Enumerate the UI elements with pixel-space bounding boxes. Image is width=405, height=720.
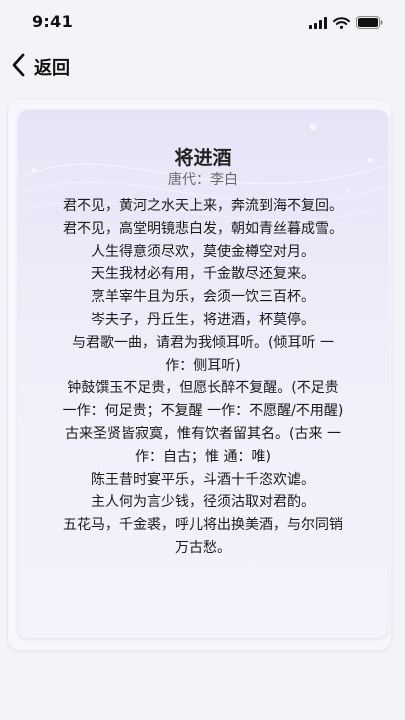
status-bar: 9:41 — [0, 0, 405, 44]
wifi-icon — [333, 14, 350, 33]
poem-line: 君不见，黄河之水天上来，奔流到海不复回。 — [63, 198, 343, 214]
poem-line: 五花马，千金裘，呼儿将出换美酒，与尔同销 — [63, 517, 343, 534]
poem-line: 天生我材必有用，千金散尽还复来。 — [91, 266, 315, 283]
poem-author: 唐代：李白 — [168, 172, 238, 188]
poem-line: 烹羊宰牛且为乐，会须一饮三百杯。 — [91, 289, 315, 306]
poem-line: 与君歌一曲，请君为我倾耳听。(倾耳听 一 — [72, 334, 334, 351]
poem-line: 作：自古；惟 通：唯) — [135, 448, 271, 465]
poem-card: 将进酒 唐代：李白 君不见，黄河之水天上来，奔流到海不复回。 君不见，高堂明镜悲… — [18, 110, 388, 638]
signal-icon — [309, 14, 327, 33]
poem-line: 古来圣贤皆寂寞，惟有饮者留其名。(古来 一 — [65, 425, 341, 442]
poem-line: 钟鼓馔玉不足贵，但愿长醉不复醒。(不足贵 — [67, 380, 339, 397]
battery-icon — [356, 14, 383, 33]
status-time: 9:41 — [32, 12, 73, 31]
navigation-bar: 返回 — [0, 48, 405, 84]
status-icons — [309, 14, 383, 33]
poem-title: 将进酒 — [174, 147, 232, 169]
chevron-left-icon — [10, 52, 28, 82]
poem-body: 君不见，黄河之水天上来，奔流到海不复回。 君不见，高堂明镜悲白发，朝如青丝暮成雪… — [28, 195, 378, 560]
poem-line: 万古愁。 — [175, 539, 231, 556]
poem-line: 一作：何足贵；不复醒 一作：不愿醒/不用醒) — [62, 403, 344, 420]
back-button[interactable]: 返回 — [10, 52, 70, 82]
poem-line: 主人何为言少钱，径须沽取对君酌。 — [91, 494, 315, 511]
poem-line: 岑夫子，丹丘生，将进酒，杯莫停。 — [91, 311, 315, 328]
poem-line: 陈王昔时宴平乐，斗酒十千恣欢谑。 — [91, 471, 315, 488]
poem-line: 作：侧耳听) — [165, 357, 241, 374]
poem-line: 人生得意须尽欢，莫使金樽空对月。 — [91, 243, 315, 260]
poem-line: 君不见，高堂明镜悲白发，朝如青丝暮成雪。 — [63, 220, 343, 237]
back-label: 返回 — [34, 58, 70, 79]
